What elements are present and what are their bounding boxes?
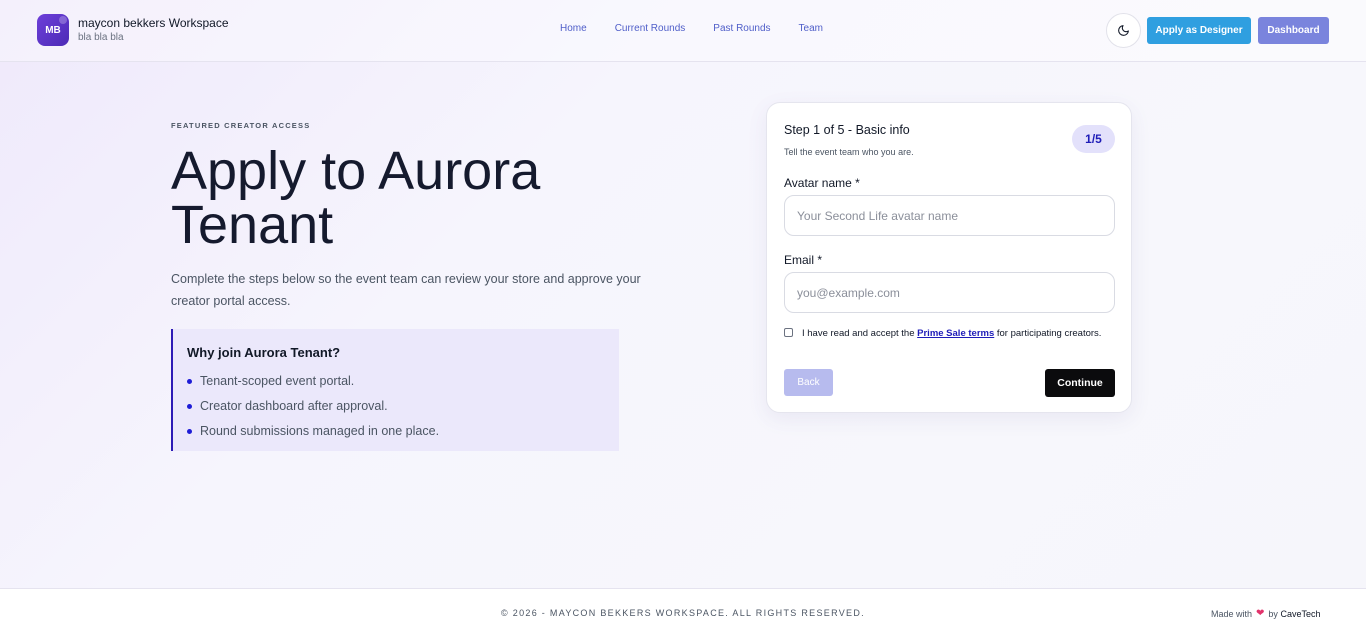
hero-eyebrow: FEATURED CREATOR ACCESS: [171, 121, 311, 130]
why-join-box: Why join Aurora Tenant? Tenant-scoped ev…: [171, 329, 619, 451]
step-badge: 1/5: [1072, 125, 1115, 153]
why-join-title: Why join Aurora Tenant?: [187, 345, 341, 360]
made-with-text: Made with: [1211, 608, 1253, 619]
workspace-logo: MB: [37, 14, 69, 46]
moon-icon: [1118, 25, 1129, 36]
list-item: Tenant-scoped event portal.: [187, 369, 619, 394]
list-item: Creator dashboard after approval.: [187, 394, 619, 419]
by-text: by: [1268, 608, 1278, 619]
email-input[interactable]: [784, 272, 1115, 313]
terms-row: I have read and accept the Prime Sale te…: [784, 326, 1114, 342]
terms-prefix: I have read and accept the: [802, 328, 918, 339]
main-nav: Home Current Rounds Past Rounds Team: [560, 23, 851, 34]
step-title: Step 1 of 5 - Basic info: [784, 123, 910, 137]
top-header: MB maycon bekkers Workspace bla bla bla …: [0, 0, 1366, 62]
email-label: Email *: [784, 253, 823, 267]
theme-toggle-button[interactable]: [1106, 13, 1141, 48]
made-with-credit: Made with ❤ by CaveTech: [1211, 608, 1320, 619]
application-form-card: Step 1 of 5 - Basic info Tell the event …: [766, 102, 1132, 413]
bullet-icon: [187, 404, 192, 409]
list-item-text: Tenant-scoped event portal.: [200, 374, 355, 388]
brand-text: maycon bekkers Workspace bla bla bla: [78, 16, 229, 45]
why-join-list: Tenant-scoped event portal. Creator dash…: [187, 369, 619, 444]
terms-suffix: for participating creators.: [994, 328, 1102, 339]
nav-home[interactable]: Home: [560, 23, 587, 34]
terms-checkbox[interactable]: [784, 328, 793, 337]
terms-text: I have read and accept the Prime Sale te…: [802, 326, 1101, 342]
page-title: Apply to Aurora Tenant: [171, 141, 541, 255]
dashboard-button[interactable]: Dashboard: [1258, 17, 1329, 44]
brand[interactable]: MB maycon bekkers Workspace bla bla bla: [37, 14, 229, 46]
nav-past-rounds[interactable]: Past Rounds: [713, 23, 770, 34]
apply-as-designer-button[interactable]: Apply as Designer: [1147, 17, 1251, 44]
nav-team[interactable]: Team: [799, 23, 823, 34]
copyright-text: © 2026 - MAYCON BEKKERS WORKSPACE. ALL R…: [501, 608, 865, 618]
page-footer: © 2026 - MAYCON BEKKERS WORKSPACE. ALL R…: [0, 588, 1366, 635]
logo-initials: MB: [45, 24, 61, 36]
avatar-name-input[interactable]: [784, 195, 1115, 236]
step-subtitle: Tell the event team who you are.: [784, 147, 914, 157]
bullet-icon: [187, 429, 192, 434]
list-item: Round submissions managed in one place.: [187, 419, 619, 444]
continue-button[interactable]: Continue: [1045, 369, 1115, 397]
prime-sale-terms-link[interactable]: Prime Sale terms: [917, 328, 994, 339]
hero-description: Complete the steps below so the event te…: [171, 272, 641, 308]
bullet-icon: [187, 379, 192, 384]
logo-dot: [59, 16, 67, 24]
list-item-text: Creator dashboard after approval.: [200, 399, 388, 413]
list-item-text: Round submissions managed in one place.: [200, 424, 440, 438]
avatar-name-label: Avatar name *: [784, 176, 860, 190]
cavetech-link[interactable]: CaveTech: [1280, 609, 1320, 619]
heart-icon: ❤: [1256, 608, 1265, 619]
nav-current-rounds[interactable]: Current Rounds: [615, 23, 686, 34]
back-button[interactable]: Back: [784, 369, 833, 396]
workspace-title: maycon bekkers Workspace: [78, 15, 229, 30]
workspace-subtitle: bla bla bla: [78, 31, 124, 43]
